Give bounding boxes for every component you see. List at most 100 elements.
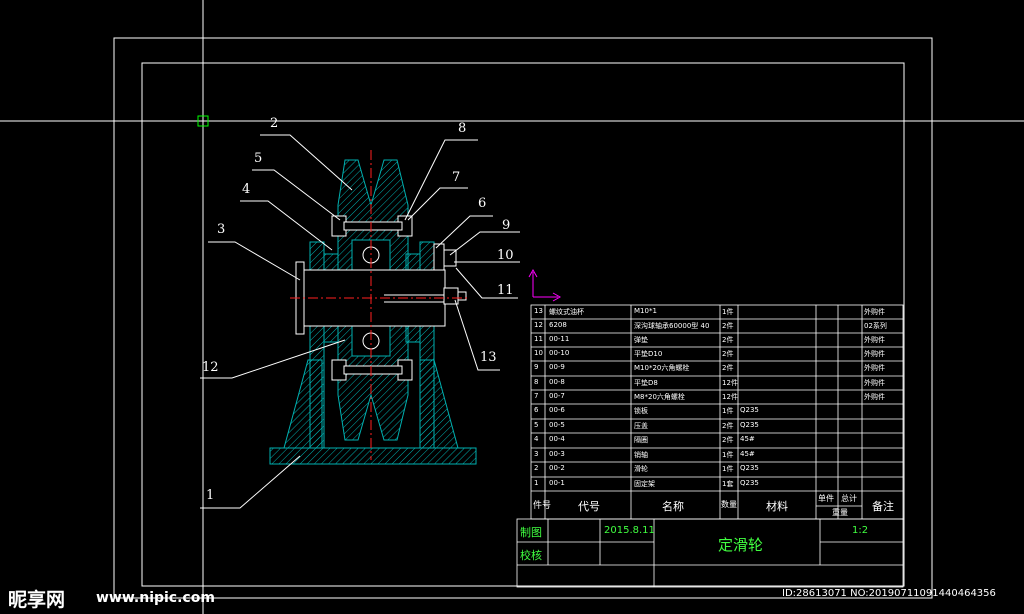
cell-name: 弹垫 — [634, 336, 648, 344]
header-code: 代号 — [578, 500, 600, 513]
table-row: 9 00-9 M10*20六角螺栓 2件 外购件 — [531, 361, 903, 375]
drawing-scale: 1:2 — [852, 525, 869, 536]
cell-no: 10 — [534, 349, 543, 357]
balloon-1: 1 — [206, 488, 215, 503]
watermark-logo: 昵享网 — [8, 589, 66, 611]
cell-no: 4 — [534, 435, 539, 443]
table-row: 2 00-2 滑轮 1件 Q235 — [531, 462, 903, 476]
drawn-by-label: 制图 — [520, 526, 542, 539]
cell-no: 9 — [534, 363, 539, 371]
balloon-6: 6 — [478, 196, 487, 211]
cell-no: 6 — [534, 406, 539, 414]
cell-remark: 外购件 — [864, 393, 885, 401]
balloon-2: 2 — [270, 116, 279, 131]
header-unit-weight: 单件 — [818, 494, 834, 503]
table-row: 10 00-10 平垫D10 2件 外购件 — [531, 347, 903, 361]
cell-qty: 1件 — [722, 407, 734, 415]
cell-remark: 外购件 — [864, 379, 885, 387]
cell-qty: 2件 — [722, 336, 734, 344]
balloon-4: 4 — [242, 182, 251, 197]
header-material: 材料 — [766, 500, 788, 513]
balloon-12: 12 — [202, 360, 219, 375]
cell-name: M10*1 — [634, 307, 657, 315]
balloon-11: 11 — [497, 283, 514, 298]
cell-qty: 12件 — [722, 379, 738, 387]
balloon-10: 10 — [497, 248, 514, 263]
cell-qty: 12件 — [722, 393, 738, 401]
cell-name: 销轴 — [634, 451, 648, 459]
cell-qty: 2件 — [722, 322, 734, 330]
header-name: 名称 — [662, 500, 684, 513]
balloon-13: 13 — [480, 350, 497, 365]
header-weight: 重量 — [832, 508, 848, 517]
cell-code: 00-3 — [549, 450, 565, 458]
cell-code: 00-5 — [549, 421, 565, 429]
cell-code: 00-6 — [549, 406, 565, 414]
cell-material: Q235 — [740, 464, 759, 472]
title-block — [516, 518, 904, 588]
cell-no: 5 — [534, 421, 539, 429]
table-row: 8 00-8 平垫D8 12件 外购件 — [531, 376, 903, 390]
cell-qty: 2件 — [722, 422, 734, 430]
cell-name: 隔圈 — [634, 436, 648, 444]
table-row: 4 00-4 隔圈 2件 45# — [531, 433, 903, 447]
cell-name: M10*20六角螺栓 — [634, 364, 690, 372]
watermark-site: www.nipic.com — [96, 590, 215, 606]
cell-code: 00-11 — [549, 335, 570, 343]
cell-material: 45# — [740, 435, 755, 443]
cell-qty: 1套 — [722, 480, 734, 488]
cell-no: 13 — [534, 307, 543, 315]
table-row: 7 00-7 M8*20六角螺栓 12件 外购件 — [531, 390, 903, 404]
table-row: 12 6208 深沟球轴承60000型 40 2件 02系列 — [531, 319, 903, 333]
balloon-9: 9 — [502, 218, 511, 233]
table-row: 6 00-6 锁板 1件 Q235 — [531, 404, 903, 418]
cell-material: Q235 — [740, 406, 759, 414]
balloon-8: 8 — [458, 121, 467, 136]
cell-code: 00-8 — [549, 378, 565, 386]
balloon-3: 3 — [217, 222, 226, 237]
checked-by-label: 校核 — [520, 549, 542, 562]
header-qty: 数量 — [721, 500, 737, 509]
cell-name: 压盖 — [634, 422, 648, 430]
cell-code: 00-10 — [549, 349, 570, 357]
ucs-axis-icon — [528, 268, 562, 302]
cell-qty: 1件 — [722, 465, 734, 473]
cell-material: 45# — [740, 450, 755, 458]
cell-no: 8 — [534, 378, 539, 386]
table-row: 13 螺纹式油杯 M10*1 1件 外购件 — [531, 305, 903, 319]
drawing-date: 2015.8.11 — [604, 525, 655, 536]
cell-remark: 外购件 — [864, 308, 885, 316]
table-row: 3 00-3 销轴 1件 45# — [531, 448, 903, 462]
cell-material: Q235 — [740, 421, 759, 429]
cell-name: M8*20六角螺栓 — [634, 393, 685, 401]
cell-no: 11 — [534, 335, 543, 343]
watermark-id: ID:28613071 NO:20190711091440464356 — [782, 588, 996, 599]
cell-no: 12 — [534, 321, 543, 329]
cell-name: 固定架 — [634, 480, 655, 488]
cell-code: 00-2 — [549, 464, 565, 472]
cell-code: 00-7 — [549, 392, 565, 400]
cell-no: 7 — [534, 392, 539, 400]
cell-no: 2 — [534, 464, 539, 472]
cell-name: 滑轮 — [634, 465, 648, 473]
cell-code: 6208 — [549, 321, 567, 329]
cell-code: 00-1 — [549, 479, 565, 487]
header-remark: 备注 — [872, 500, 894, 513]
cell-no: 1 — [534, 479, 539, 487]
cell-qty: 1件 — [722, 308, 734, 316]
header-total: 总计 — [841, 494, 857, 503]
cell-material: Q235 — [740, 479, 759, 487]
cell-remark: 外购件 — [864, 350, 885, 358]
cell-name: 平垫D10 — [634, 350, 663, 358]
cell-code: 螺纹式油杯 — [549, 308, 584, 316]
cell-remark: 外购件 — [864, 336, 885, 344]
table-row: 5 00-5 压盖 2件 Q235 — [531, 419, 903, 433]
pulley-assembly — [269, 150, 477, 465]
cell-qty: 1件 — [722, 451, 734, 459]
cell-no: 3 — [534, 450, 539, 458]
table-row: 11 00-11 弹垫 2件 外购件 — [531, 333, 903, 347]
cell-code: 00-4 — [549, 435, 565, 443]
drawing-title: 定滑轮 — [718, 536, 764, 554]
cell-name: 锁板 — [634, 407, 648, 415]
cell-remark: 外购件 — [864, 364, 885, 372]
